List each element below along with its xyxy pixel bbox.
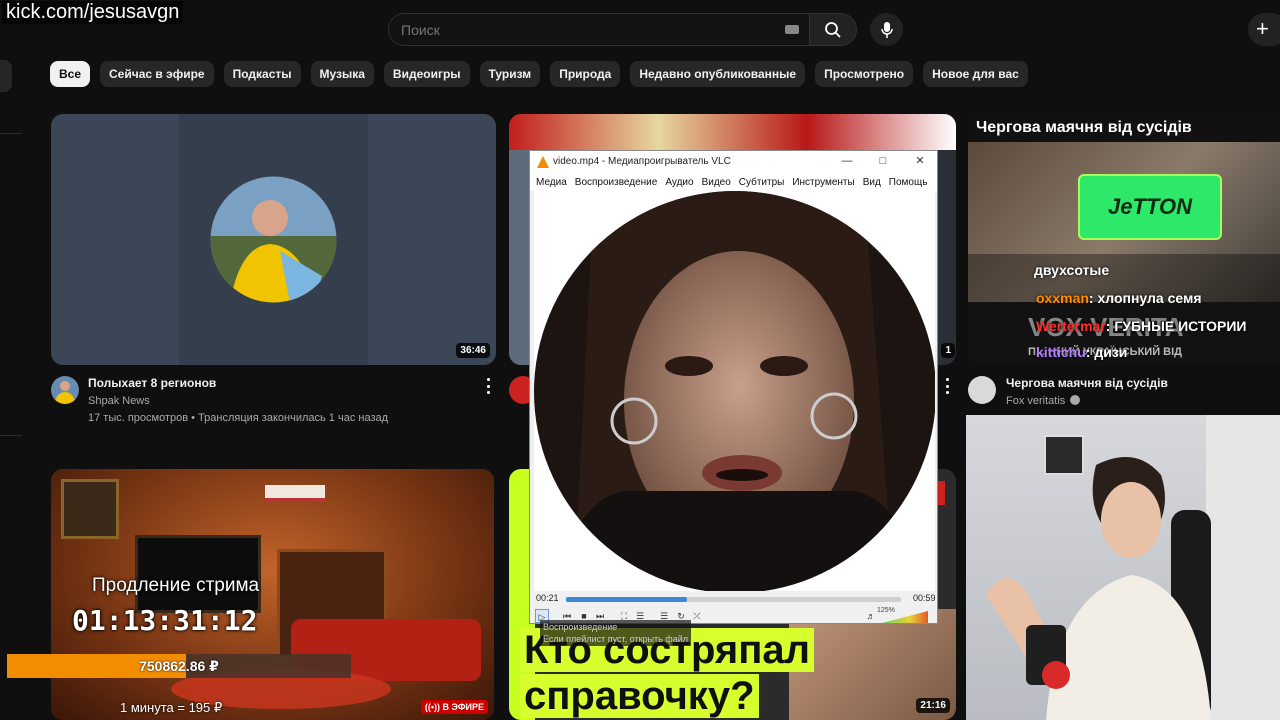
keyboard-icon[interactable] (785, 25, 799, 34)
seek-bar-fill (566, 597, 687, 602)
verified-icon (1070, 395, 1081, 405)
maximize-icon[interactable]: □ (872, 153, 894, 169)
chip-watched[interactable]: Просмотрено (815, 61, 914, 87)
chip-music[interactable]: Музыка (310, 61, 374, 87)
sidebar-edge[interactable] (0, 60, 12, 92)
time-total: 00:59 (913, 593, 936, 603)
tooltip-title: Воспроизведение (543, 622, 618, 632)
headline-line: справочку? (520, 674, 759, 718)
stream-timer: 01:13:31:12 (72, 604, 258, 637)
video-frame (534, 191, 935, 591)
video-stats: 17 тыс. просмотров • Трансляция закончил… (88, 412, 389, 424)
minimize-icon[interactable]: — (836, 153, 858, 169)
live-badge: ((•)) В ЭФИРЕ (420, 700, 488, 714)
chat-line: oxxman: хлопнула семя (1036, 290, 1202, 306)
more-options-icon[interactable] (483, 378, 493, 394)
chat-text: : дизи (1085, 344, 1128, 360)
time-current: 00:21 (536, 593, 559, 603)
create-button[interactable]: + (1248, 13, 1280, 46)
channel-name[interactable]: Shpak News (88, 395, 150, 407)
channel-avatar[interactable] (968, 376, 996, 404)
streamer-figure (986, 457, 1211, 720)
live-icon: ((•)) (424, 702, 443, 712)
wall-painting (61, 479, 119, 539)
shuffle-icon[interactable]: ⤫ (690, 609, 704, 623)
sidebar-divider (0, 133, 22, 134)
chip-recent[interactable]: Недавно опубликованные (630, 61, 806, 87)
video-thumbnail[interactable]: 36:46 (51, 114, 496, 365)
menu-media[interactable]: Медиа (536, 177, 567, 188)
tv (135, 535, 261, 613)
speaker-icon[interactable]: ♬ (864, 609, 878, 623)
chip-podcasts[interactable]: Подкасты (223, 61, 301, 87)
channel-name[interactable]: Fox veritatis (1006, 395, 1081, 407)
sponsor-logo-text: JeTTON (1108, 194, 1192, 219)
search-box[interactable] (388, 13, 810, 46)
donation-amount: 750862.86 ₽ (139, 658, 219, 674)
streamer-webcam (966, 415, 1280, 720)
chip-all[interactable]: Все (50, 61, 91, 87)
vlc-seek-row: 00:21 00:59 (530, 591, 937, 607)
chip-nature[interactable]: Природа (550, 61, 621, 87)
tooltip-text: Если плейлист пуст, открыть файл (543, 634, 688, 644)
chip-new[interactable]: Новое для вас (923, 61, 1028, 87)
chat-line: двухсотые (1034, 262, 1110, 278)
channel-name-text: Fox veritatis (1006, 395, 1066, 407)
vlc-menubar: Медиа Воспроизведение Аудио Видео Субтит… (530, 173, 937, 191)
donation-progress-bar: 750862.86 ₽ (7, 654, 351, 678)
chip-games[interactable]: Видеоигры (383, 61, 470, 87)
search-icon (825, 21, 841, 38)
chat-text: : ГУБНЫЕ ИСТОРИИ (1105, 318, 1247, 334)
thumbnail-banner (509, 114, 956, 150)
plus-icon: + (1256, 16, 1269, 41)
vlc-window-title: video.mp4 - Медиапроигрыватель VLC (553, 156, 731, 167)
play-button-tooltip: Воспроизведение Если плейлист пуст, откр… (540, 620, 691, 646)
video-duration: 36:46 (456, 343, 490, 358)
search-button[interactable] (809, 13, 857, 46)
donation-rate: 1 минута = 195 ₽ (120, 700, 223, 715)
channel-photo (210, 176, 337, 303)
chat-line: Wertermar: ГУБНЫЕ ИСТОРИИ (1036, 318, 1246, 334)
sidebar-divider (0, 435, 22, 436)
sponsor-logo: JeTTON (1078, 174, 1222, 240)
live-badge-text: В ЭФИРЕ (442, 702, 484, 712)
chat-user: kittichu (1036, 344, 1086, 360)
video-title[interactable]: Чергова маячня від сусідів (1006, 376, 1168, 390)
thumbnail-caption: Чергова маячня від сусідів (976, 119, 1192, 136)
chip-tourism[interactable]: Туризм (479, 61, 541, 87)
vlc-video-area[interactable] (534, 191, 935, 591)
menu-subtitles[interactable]: Субтитры (739, 177, 785, 188)
video-duration: 21:16 (916, 698, 950, 713)
chat-text: : хлопнула семя (1088, 290, 1202, 306)
stream-watermark: kick.com/jesusavgn (2, 1, 184, 24)
avatar-image (54, 381, 76, 404)
video-title[interactable]: Полыхает 8 регионов (88, 376, 216, 390)
stream-extension-label: Продление стрима (92, 575, 260, 596)
air-conditioner (265, 485, 325, 501)
filter-chips: Все Сейчас в эфире Подкасты Музыка Видео… (50, 61, 1028, 87)
chat-user: Wertermar (1036, 318, 1106, 334)
menu-view[interactable]: Вид (863, 177, 881, 188)
vlc-window: video.mp4 - Медиапроигрыватель VLC — □ ✕… (529, 150, 938, 624)
menu-video[interactable]: Видео (702, 177, 731, 188)
chat-line: kittichu: дизи (1036, 344, 1127, 360)
channel-avatar[interactable] (51, 376, 79, 404)
chat-user: oxxman (1036, 290, 1089, 306)
seek-bar[interactable] (566, 597, 901, 602)
more-options-icon[interactable] (942, 378, 952, 394)
video-duration: 1 (941, 343, 955, 358)
mic-icon (880, 21, 893, 38)
search-input[interactable] (401, 22, 761, 38)
close-icon[interactable]: ✕ (909, 153, 931, 169)
menu-audio[interactable]: Аудио (665, 177, 693, 188)
vlc-titlebar[interactable]: video.mp4 - Медиапроигрыватель VLC — □ ✕ (530, 151, 937, 173)
chip-live[interactable]: Сейчас в эфире (100, 61, 214, 87)
volume-label: 125% (877, 607, 895, 614)
menu-playback[interactable]: Воспроизведение (575, 177, 658, 188)
voice-search-button[interactable] (870, 13, 903, 46)
video-thumbnail[interactable]: Чергова маячня від сусідів JeTTON двухсо… (968, 114, 1280, 365)
menu-tools[interactable]: Инструменты (792, 177, 854, 188)
vlc-cone-icon (537, 156, 549, 168)
menu-help[interactable]: Помощь (889, 177, 928, 188)
